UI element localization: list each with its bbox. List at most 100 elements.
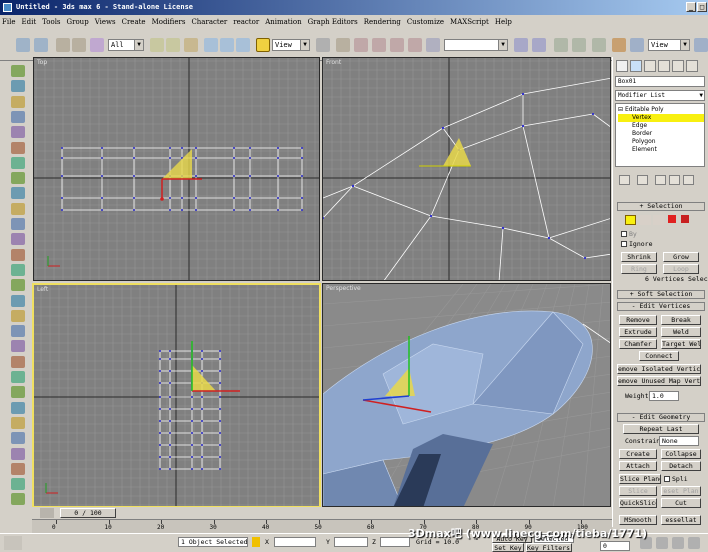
curve-editor-icon[interactable] <box>572 38 586 52</box>
remove-modifier-icon[interactable] <box>669 175 680 185</box>
split-checkbox[interactable]: Spli <box>664 475 688 483</box>
select-move-icon[interactable] <box>204 38 218 52</box>
spinner-snap-icon[interactable] <box>408 38 422 52</box>
meshsmooth-icon[interactable] <box>11 493 25 506</box>
loop-button[interactable]: Loop <box>663 264 699 274</box>
current-frame-field[interactable]: 0 <box>600 541 630 551</box>
render-type-dropdown[interactable]: View ▼ <box>648 39 690 51</box>
unlink-icon[interactable] <box>72 38 86 52</box>
key-filters-button[interactable]: Key Filters... <box>526 543 572 552</box>
pyramid-icon[interactable] <box>11 248 25 261</box>
create-systems-icon[interactable] <box>11 156 25 169</box>
chamfer-button[interactable]: Chamfer <box>619 339 657 349</box>
stack-item-edge[interactable]: Edge <box>632 122 647 130</box>
vertex-mode-icon[interactable] <box>625 215 636 225</box>
spray-icon[interactable] <box>11 340 25 353</box>
restore-button[interactable]: □ <box>697 2 707 12</box>
time-slider[interactable]: 0 / 100 <box>60 508 116 518</box>
tube-icon[interactable] <box>11 233 25 246</box>
y-coord-field[interactable] <box>334 537 368 547</box>
cone-icon[interactable] <box>11 202 25 215</box>
remove-unused-map-verts-button[interactable]: emove Unused Map Vert <box>617 376 701 386</box>
quickslice-button[interactable]: QuickSlice <box>619 498 657 508</box>
smooth-icon[interactable] <box>11 432 25 445</box>
viewport-front[interactable]: Front <box>322 57 611 281</box>
mirror-icon[interactable] <box>514 38 528 52</box>
menu-modifiers[interactable]: Modifiers <box>152 15 186 29</box>
menu-maxscript[interactable]: MAXScript <box>450 15 489 29</box>
undo-icon[interactable] <box>16 38 30 52</box>
lathe-icon[interactable] <box>11 462 25 475</box>
menu-animation[interactable]: Animation <box>265 15 301 29</box>
menu-edit[interactable]: Edit <box>21 15 36 29</box>
detach-button[interactable]: Detach <box>661 461 701 471</box>
soft-selection-rollout-header[interactable]: + Soft Selection <box>617 290 705 299</box>
named-selection-sets-dropdown[interactable]: ▼ <box>444 39 508 51</box>
select-object-icon[interactable] <box>150 38 164 52</box>
snap-toggle-icon[interactable] <box>354 38 368 52</box>
hierarchy-tab-icon[interactable] <box>644 60 656 72</box>
ignore-backfacing-checkbox[interactable]: Ignore <box>621 240 652 248</box>
mini-curve-editor-icon[interactable] <box>40 508 54 518</box>
viewport-front-label[interactable]: Front <box>326 59 341 66</box>
modify-tab-icon[interactable] <box>630 60 642 72</box>
reference-coord-dropdown[interactable]: View ▼ <box>272 39 310 51</box>
layer-manager-icon[interactable] <box>554 38 568 52</box>
create-cameras-icon[interactable] <box>11 110 25 123</box>
create-geometry-icon[interactable] <box>11 65 25 77</box>
viewport-left[interactable]: Left <box>32 283 321 508</box>
constraints-dropdown[interactable]: None <box>659 436 699 446</box>
create-spacewarps-icon[interactable] <box>11 141 25 154</box>
uvw-map-icon[interactable] <box>11 478 25 491</box>
object-name-field[interactable]: Box01 <box>615 76 705 87</box>
viewport-top[interactable]: Top <box>33 57 320 281</box>
create-button[interactable]: Create <box>619 449 657 459</box>
edit-vertices-rollout-header[interactable]: - Edit Vertices <box>617 302 705 311</box>
material-editor-icon[interactable] <box>612 38 626 52</box>
border-mode-icon[interactable] <box>653 215 664 225</box>
menu-views[interactable]: Views <box>95 15 116 29</box>
select-scale-icon[interactable] <box>236 38 250 52</box>
stack-item-border[interactable]: Border <box>632 130 652 138</box>
ring-button[interactable]: Ring <box>621 264 657 274</box>
utilities-tab-icon[interactable] <box>686 60 698 72</box>
tessellate-button[interactable]: essellat <box>661 515 701 525</box>
align-icon[interactable] <box>532 38 546 52</box>
weight-spinner[interactable]: 1.0 <box>649 391 679 401</box>
reset-plane-button[interactable]: eset Plan <box>661 486 701 496</box>
bones-icon[interactable] <box>11 309 25 322</box>
menu-file[interactable]: File <box>2 15 15 29</box>
region-select-icon[interactable] <box>184 38 198 52</box>
torus-icon[interactable] <box>11 218 25 230</box>
modifier-list-dropdown[interactable]: Modifier List ▼ <box>615 90 705 101</box>
repeat-last-button[interactable]: Repeat Last <box>623 424 699 434</box>
collapse-button[interactable]: Collapse <box>661 449 701 459</box>
teapot-icon[interactable] <box>11 294 25 307</box>
extrude-button[interactable]: Extrude <box>619 327 657 337</box>
menu-customize[interactable]: Customize <box>407 15 444 29</box>
plane-icon[interactable] <box>11 263 25 276</box>
polygon-mode-icon[interactable] <box>668 215 676 223</box>
sphere-icon[interactable] <box>11 172 25 185</box>
menu-character[interactable]: Character <box>191 15 227 29</box>
stack-item-element[interactable]: Element <box>632 146 657 154</box>
cylinder-icon[interactable] <box>11 187 25 200</box>
pan-icon[interactable] <box>672 537 684 549</box>
cut-button[interactable]: Cut <box>661 498 701 508</box>
break-button[interactable]: Break <box>661 315 701 325</box>
edge-mode-icon[interactable] <box>640 215 651 225</box>
slice-plane-button[interactable]: Slice Plane <box>619 474 661 484</box>
bind-spacewarp-icon[interactable] <box>90 38 104 52</box>
noise-icon[interactable] <box>11 371 25 383</box>
target-weld-button[interactable]: Target Weld <box>661 339 701 349</box>
menu-reactor[interactable]: reactor <box>233 15 259 29</box>
select-rotate-icon[interactable] <box>220 38 234 52</box>
edit-geometry-rollout-header[interactable]: - Edit Geometry <box>617 413 705 422</box>
viewport-perspective[interactable]: Perspective <box>322 283 611 507</box>
by-vertex-checkbox[interactable]: By <box>621 230 637 238</box>
set-key-button[interactable]: Set Key <box>492 543 524 552</box>
z-coord-field[interactable] <box>380 537 410 547</box>
weld-button[interactable]: Weld <box>661 327 701 337</box>
x-coord-field[interactable] <box>274 537 316 547</box>
maxscript-listener-icon[interactable] <box>4 536 22 550</box>
